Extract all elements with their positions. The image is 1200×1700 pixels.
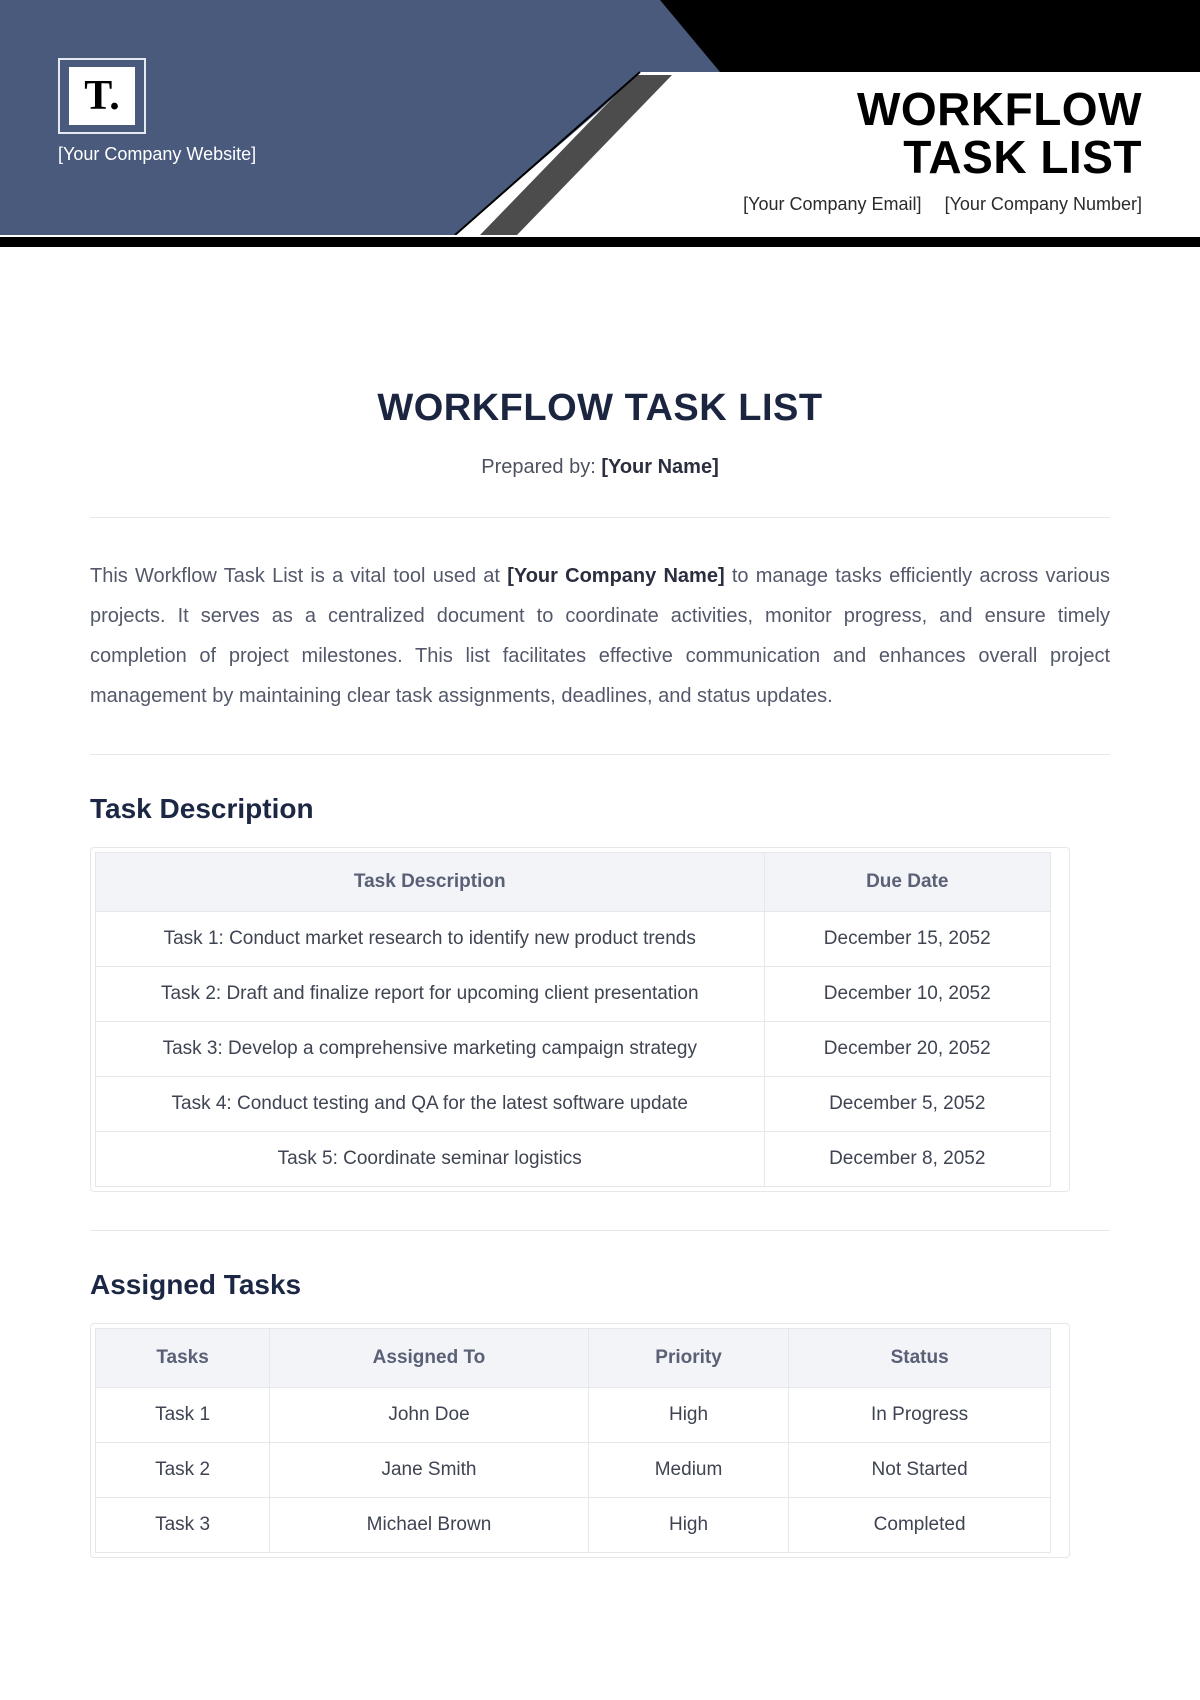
cell-due-date: December 8, 2052	[764, 1132, 1051, 1187]
cell-priority: High	[588, 1498, 788, 1553]
cell-task: Task 1	[96, 1388, 270, 1443]
intro-company-placeholder: [Your Company Name]	[507, 565, 724, 587]
task-description-table-wrap: Task Description Due Date Task 1: Conduc…	[90, 847, 1070, 1192]
banner-right: WORKFLOW TASK LIST [Your Company Email] …	[725, 85, 1142, 215]
cell-due-date: December 5, 2052	[764, 1077, 1051, 1132]
cell-status: Completed	[789, 1498, 1051, 1553]
cell-status: In Progress	[789, 1388, 1051, 1443]
prepared-by-value: [Your Name]	[601, 456, 718, 478]
company-number-placeholder: [Your Company Number]	[945, 194, 1142, 214]
table-row: Task 1 John Doe High In Progress	[96, 1388, 1051, 1443]
company-website-placeholder: [Your Company Website]	[58, 144, 256, 165]
cell-due-date: December 10, 2052	[764, 967, 1051, 1022]
cell-assignee: John Doe	[270, 1388, 589, 1443]
banner-title: WORKFLOW TASK LIST	[725, 85, 1142, 182]
col-header-status: Status	[789, 1329, 1051, 1388]
cell-due-date: December 15, 2052	[764, 912, 1051, 967]
cell-task-desc: Task 3: Develop a comprehensive marketin…	[96, 1022, 765, 1077]
prepared-by-label: Prepared by:	[481, 456, 601, 478]
table-row: Task 3: Develop a comprehensive marketin…	[96, 1022, 1051, 1077]
page-title: WORKFLOW TASK LIST	[90, 387, 1110, 430]
col-header-assigned-to: Assigned To	[270, 1329, 589, 1388]
table-row: Task 3 Michael Brown High Completed	[96, 1498, 1051, 1553]
table-row: Task 2 Jane Smith Medium Not Started	[96, 1443, 1051, 1498]
table-header-row: Tasks Assigned To Priority Status	[96, 1329, 1051, 1388]
intro-paragraph: This Workflow Task List is a vital tool …	[90, 556, 1110, 716]
assigned-tasks-table: Tasks Assigned To Priority Status Task 1…	[95, 1328, 1051, 1553]
cell-task: Task 2	[96, 1443, 270, 1498]
banner-title-line1: WORKFLOW	[857, 83, 1142, 135]
col-header-task-description: Task Description	[96, 853, 765, 912]
intro-text-pre: This Workflow Task List is a vital tool …	[90, 565, 507, 587]
section-heading-task-description: Task Description	[90, 793, 1110, 825]
divider	[90, 754, 1110, 755]
table-header-row: Task Description Due Date	[96, 853, 1051, 912]
cell-priority: Medium	[588, 1443, 788, 1498]
cell-task-desc: Task 2: Draft and finalize report for up…	[96, 967, 765, 1022]
table-row: Task 5: Coordinate seminar logistics Dec…	[96, 1132, 1051, 1187]
logo-block: T. [Your Company Website]	[58, 58, 256, 165]
cell-priority: High	[588, 1388, 788, 1443]
company-email-placeholder: [Your Company Email]	[743, 194, 921, 214]
cell-assignee: Michael Brown	[270, 1498, 589, 1553]
task-description-table: Task Description Due Date Task 1: Conduc…	[95, 852, 1051, 1187]
document-body: WORKFLOW TASK LIST Prepared by: [Your Na…	[0, 247, 1200, 1558]
cell-task-desc: Task 1: Conduct market research to ident…	[96, 912, 765, 967]
logo-box: T.	[58, 58, 146, 134]
assigned-tasks-table-wrap: Tasks Assigned To Priority Status Task 1…	[90, 1323, 1070, 1558]
thick-divider	[0, 237, 1200, 247]
cell-due-date: December 20, 2052	[764, 1022, 1051, 1077]
col-header-due-date: Due Date	[764, 853, 1051, 912]
banner-contact: [Your Company Email] [Your Company Numbe…	[725, 194, 1142, 215]
prepared-by-line: Prepared by: [Your Name]	[90, 456, 1110, 479]
col-header-priority: Priority	[588, 1329, 788, 1388]
cell-task: Task 3	[96, 1498, 270, 1553]
banner-title-line2: TASK LIST	[903, 131, 1142, 183]
divider	[90, 1230, 1110, 1231]
cell-status: Not Started	[789, 1443, 1051, 1498]
cell-task-desc: Task 5: Coordinate seminar logistics	[96, 1132, 765, 1187]
table-row: Task 2: Draft and finalize report for up…	[96, 967, 1051, 1022]
cell-assignee: Jane Smith	[270, 1443, 589, 1498]
divider	[90, 517, 1110, 518]
section-heading-assigned-tasks: Assigned Tasks	[90, 1269, 1110, 1301]
header-banner: T. [Your Company Website] WORKFLOW TASK …	[0, 0, 1200, 235]
table-row: Task 1: Conduct market research to ident…	[96, 912, 1051, 967]
table-row: Task 4: Conduct testing and QA for the l…	[96, 1077, 1051, 1132]
col-header-tasks: Tasks	[96, 1329, 270, 1388]
logo-text: T.	[69, 67, 135, 125]
cell-task-desc: Task 4: Conduct testing and QA for the l…	[96, 1077, 765, 1132]
